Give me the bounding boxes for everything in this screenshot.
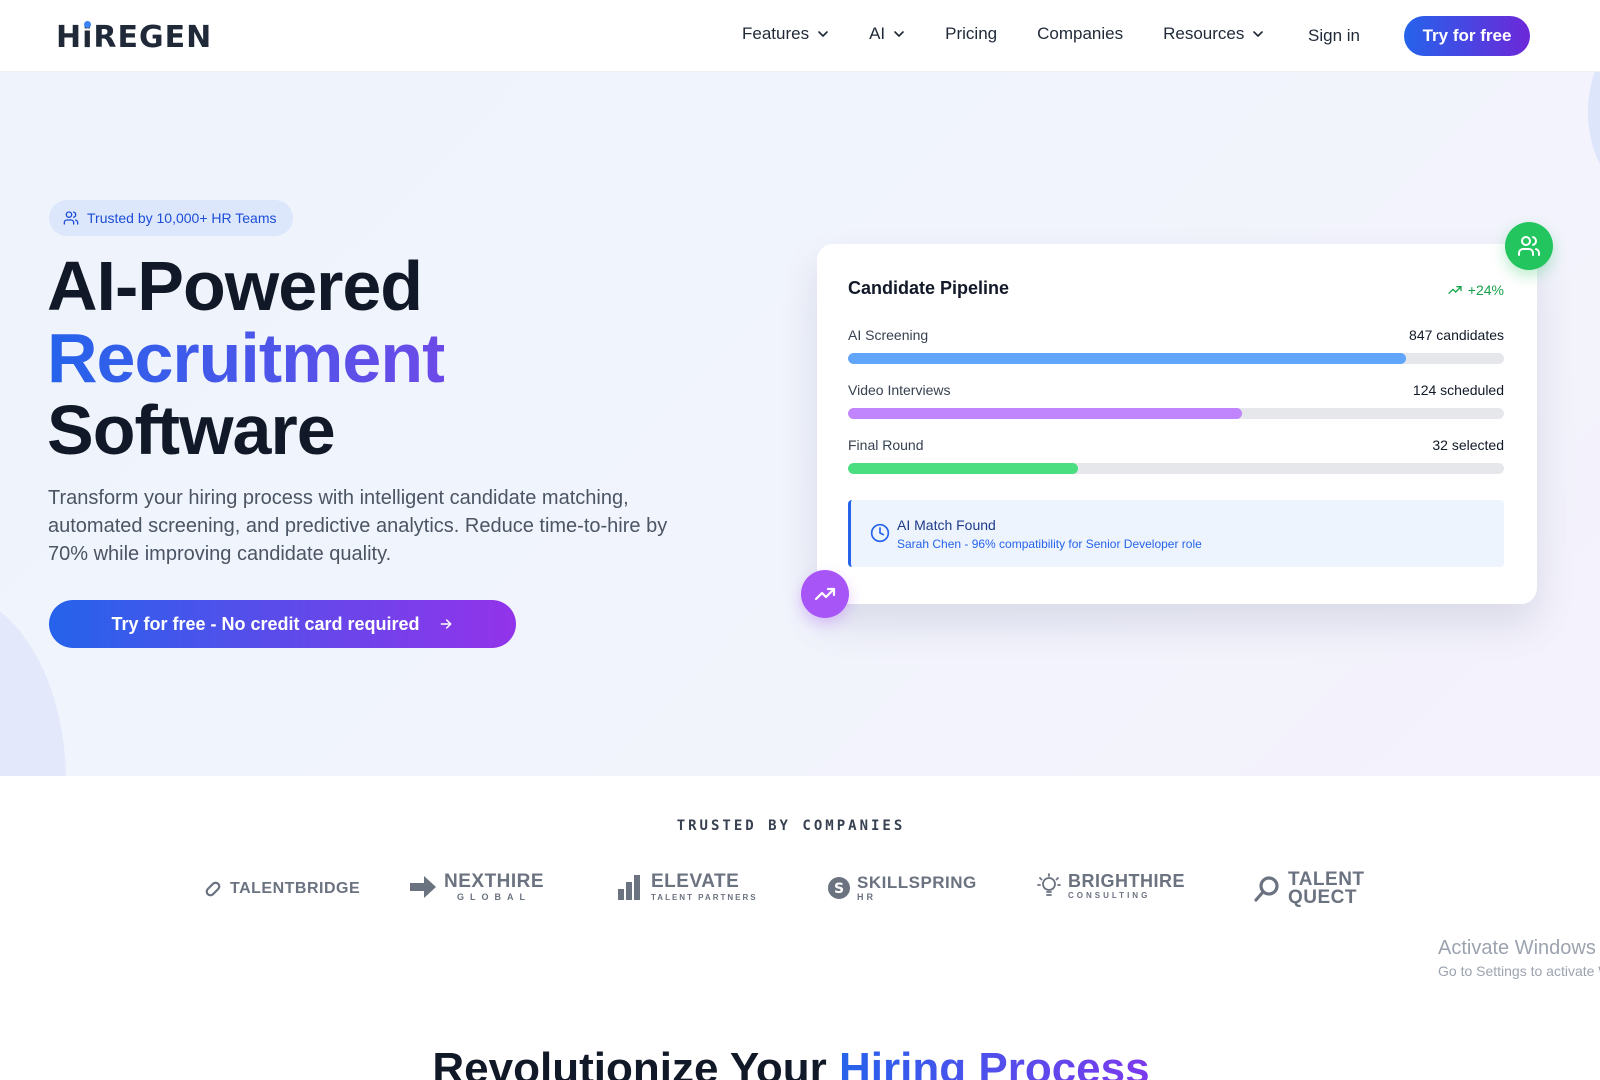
brand-logo[interactable]: HiREGEN [56,20,212,55]
heading-accent: Hiring Process [839,1044,1150,1080]
heading-plain: Revolutionize Your [432,1044,840,1080]
nav-item-ai[interactable]: AI [869,24,905,44]
row-label: Video Interviews [848,382,951,398]
nav-item-label: Features [742,24,810,43]
chevron-down-icon [894,31,904,37]
progress-fill [848,353,1406,364]
hero-subtitle: Transform your hiring process with intel… [48,487,668,565]
nav-item-features[interactable]: Features [742,24,829,44]
nav-links: Features AI Pricing Companies Resources [742,24,1304,44]
decorative-blob [1588,72,1600,192]
nav-item-label: AI [869,24,886,43]
progress-fill [848,463,1078,474]
row-label: Final Round [848,437,924,453]
company-logo-nexthire: NEXTHIRE GLOBAL [408,872,544,902]
progress-track [848,463,1504,474]
svg-text:S: S [834,881,844,897]
nav-item-label: Pricing [945,24,998,43]
nav-item-label: Companies [1037,24,1124,43]
arrow-right-icon [410,876,436,898]
company-logo-elevate: ELEVATE TALENT PARTNERS [617,872,758,902]
company-name: NEXTHIRE [444,871,545,892]
hero-section: Trusted by 10,000+ HR Teams AI-Powered R… [0,72,1600,776]
link-icon [205,881,221,897]
company-logos: TALENTBRIDGE NEXTHIRE GLOBAL ELEVATE TAL… [0,870,1600,922]
trending-up-icon [1448,286,1462,294]
trending-up-icon [814,587,836,601]
badge-text: Trusted by 10,000+ HR Teams [87,210,277,226]
try-for-free-button[interactable]: Try for free [1404,16,1530,56]
row-value: 847 candidates [1409,327,1504,343]
nav-item-pricing[interactable]: Pricing [945,24,997,44]
company-name: ELEVATE [651,871,740,892]
match-title: AI Match Found [897,517,996,533]
nav-item-companies[interactable]: Companies [1037,24,1123,44]
brand-name: HiREGEN [56,20,213,55]
company-tagline: TALENT PARTNERS [651,893,758,902]
nav-item-label: Resources [1163,24,1245,43]
row-label: AI Screening [848,327,929,343]
progress-track [848,353,1504,364]
company-logo-talent-quect: TALENT QUECT [1252,870,1365,907]
match-text: Sarah Chen - 96% compatibility for Senio… [897,537,1202,551]
activate-windows-title: Activate Windows [1438,937,1596,959]
card-title: Candidate Pipeline [848,278,1010,298]
s-circle-icon: S [828,877,850,899]
hero-cta-button[interactable]: Try for free - No credit card required [49,600,516,648]
company-logo-talentbridge: TALENTBRIDGE [202,878,360,900]
activate-windows-subtitle: Go to Settings to activate Windows. [1438,963,1600,979]
magnifier-icon [1254,875,1279,902]
company-logo-skillspring: S SKILLSPRING HR [827,874,977,902]
company-name: BRIGHTHIRE [1068,871,1185,891]
candidate-pipeline-card: Candidate Pipeline +24% AI Screening 847… [817,244,1537,604]
company-tagline: QUECT [1288,887,1357,908]
nav-item-resources[interactable]: Resources [1163,24,1264,44]
sign-in-link[interactable]: Sign in [1308,26,1360,46]
top-nav: HiREGEN Features AI Pricing Companies Re… [0,0,1600,72]
lightbulb-icon [1037,873,1061,896]
arrow-right-icon [440,619,451,629]
logo-dot [84,21,91,28]
trending-badge [801,570,849,618]
clock-icon [870,523,890,543]
chevron-down-icon [1253,31,1264,37]
company-logo-brighthire: BRIGHTHIRE CONSULTING [1036,872,1185,900]
growth-indicator: +24% [1447,282,1504,298]
company-tagline: HR [857,892,876,902]
trusted-label: TRUSTED BY COMPANIES [676,818,906,834]
users-icon [1518,236,1540,256]
hero-title-line-2: Recruitment [47,319,445,397]
hero-title-line-1: AI-Powered [47,247,423,325]
company-name: TALENTBRIDGE [230,880,361,897]
row-value: 124 scheduled [1412,382,1504,398]
company-tagline: CONSULTING [1068,891,1151,900]
company-name: SKILLSPRING [857,873,977,892]
users-icon [63,211,79,225]
users-badge [1505,222,1553,270]
bar-chart-icon [618,875,640,900]
cta-label: Try for free - No credit card required [111,613,420,634]
chevron-down-icon [818,31,828,37]
row-value: 32 selected [1432,437,1504,453]
company-tagline: GLOBAL [457,892,532,902]
progress-track [848,408,1504,419]
progress-fill [848,408,1242,419]
trusted-badge: Trusted by 10,000+ HR Teams [49,200,293,236]
section-heading: Revolutionize Your Hiring Process [0,1044,1582,1080]
hero-title-line-3: Software [47,391,336,469]
ai-match-alert: AI Match Found Sarah Chen - 96% compatib… [848,500,1504,567]
growth-value: +24% [1467,282,1504,298]
